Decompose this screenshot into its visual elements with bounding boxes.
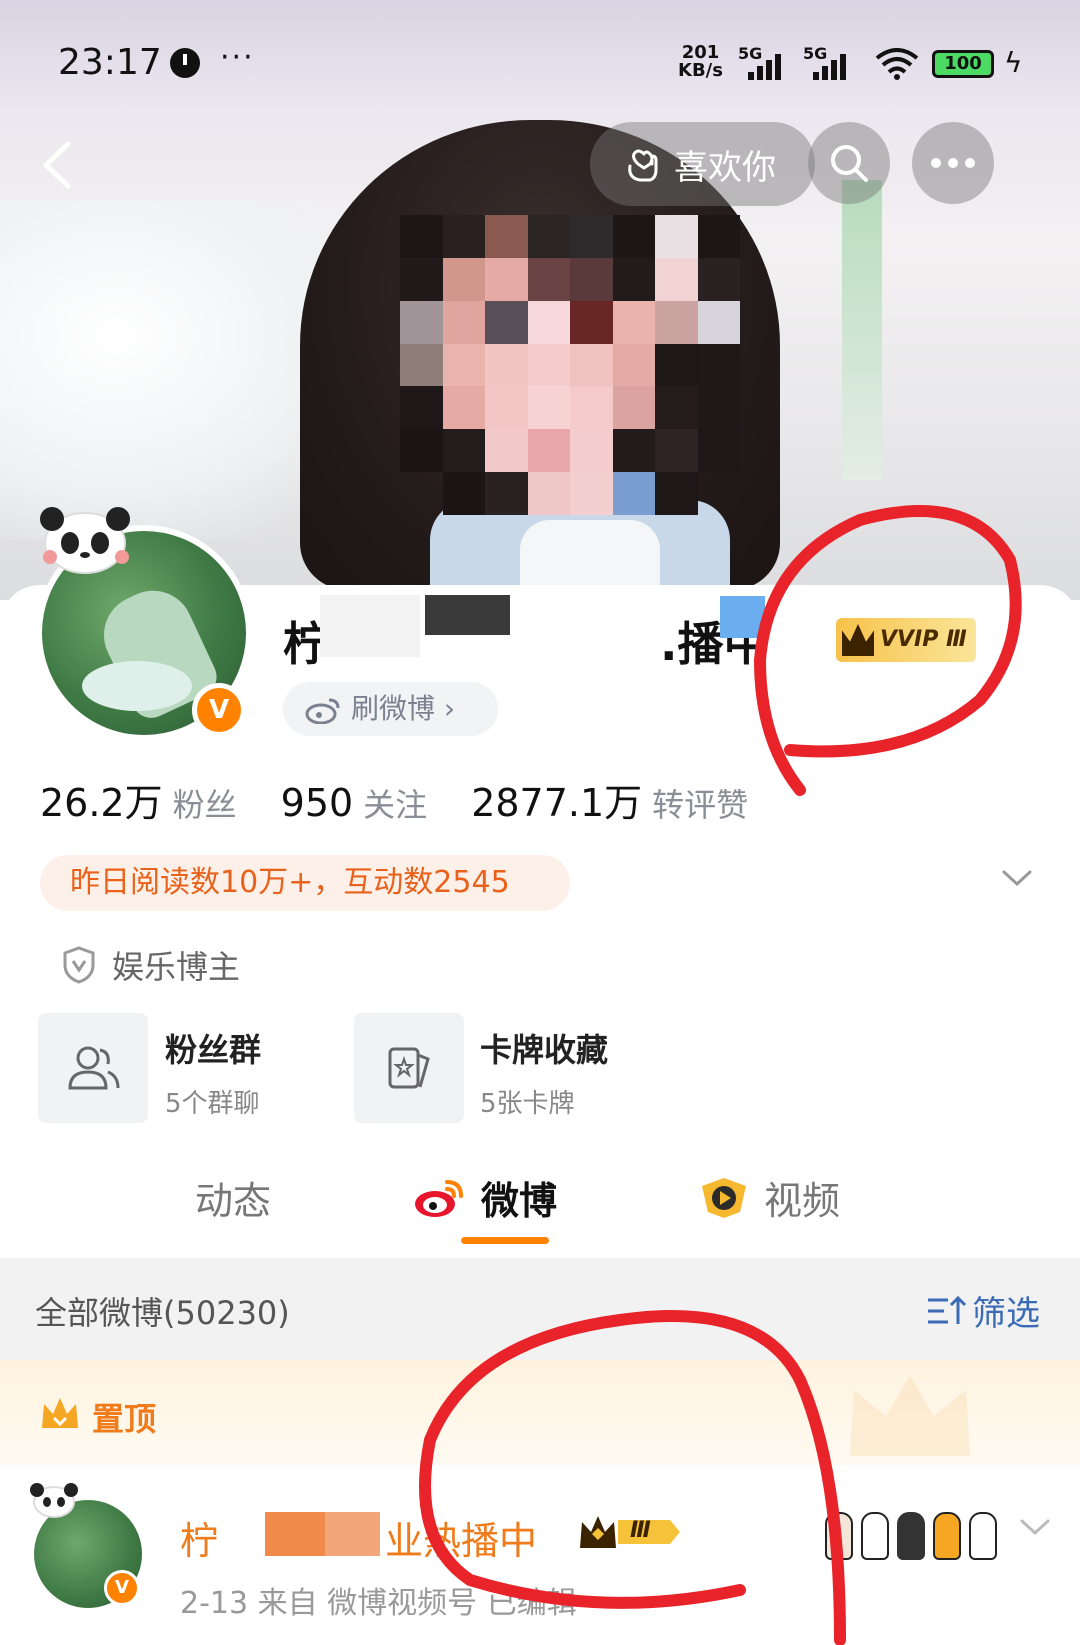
feed-filter-bar: 全部微博(50230) 筛选 — [0, 1258, 1080, 1360]
active-tab-indicator — [461, 1237, 549, 1244]
like-you-button[interactable]: 喜欢你 — [590, 122, 815, 206]
weibo-logo-icon — [415, 1179, 463, 1217]
pinned-label: 置顶 — [92, 1400, 157, 1438]
chevron-down-icon[interactable] — [1018, 1515, 1052, 1539]
wifi-icon — [875, 48, 919, 80]
back-icon[interactable] — [38, 140, 78, 190]
fan-group-title[interactable]: 粉丝群 — [165, 1025, 261, 1071]
hand-heart-icon — [628, 149, 658, 182]
fan-group-subtitle: 5个群聊 — [165, 1089, 260, 1119]
status-time: 23:17 — [58, 42, 162, 83]
tab-weibo-label: 微博 — [481, 1179, 558, 1223]
search-button[interactable] — [808, 122, 890, 204]
category-tag: 娱乐博主 — [62, 942, 240, 988]
post-meta: 2-13 来自 微博视频号 已编辑 — [180, 1586, 577, 1621]
crown-watermark-icon — [850, 1376, 970, 1456]
verified-badge: V — [192, 683, 246, 737]
post-author-name-suffix[interactable]: 业热播中 — [385, 1510, 537, 1565]
filter-label: 筛选 — [972, 1294, 1040, 1334]
read-stats-pill[interactable]: 昨日阅读数10万+，互动数2545 — [40, 855, 570, 911]
name-redaction — [720, 596, 765, 638]
signal-label: 5G — [803, 44, 828, 63]
paw-stickers — [825, 1490, 1005, 1560]
card-icon — [388, 1047, 430, 1089]
vvip-badge[interactable]: VVIP Ⅲ — [836, 618, 976, 662]
shield-icon — [63, 946, 95, 984]
battery-icon: 100 — [932, 50, 994, 78]
chevron-down-icon[interactable] — [1000, 866, 1034, 890]
face-mosaic — [400, 215, 740, 515]
panda-decoration-icon — [40, 507, 130, 574]
author-redaction — [325, 1512, 380, 1556]
tab-weibo[interactable]: 微博 — [413, 1170, 557, 1225]
like-you-label: 喜欢你 — [674, 147, 776, 188]
charging-icon: ϟ — [1004, 46, 1023, 79]
group-icon — [68, 1046, 120, 1090]
tab-dynamic-label: 动态 — [195, 1179, 272, 1223]
network-speed-unit: KB/s — [678, 60, 723, 81]
signal-label: 5G — [738, 44, 763, 63]
panda-decoration-icon — [30, 1483, 78, 1518]
search-icon — [831, 145, 868, 182]
crown-icon — [842, 624, 874, 656]
network-speed: 201 KB/s — [678, 44, 723, 80]
post-member-level: Ⅲ — [630, 1518, 651, 1543]
tab-video-label: 视频 — [764, 1179, 841, 1223]
post-verified-badge: V — [104, 1570, 140, 1606]
status-bar: 23:17 ··· 201 KB/s 5G 5G 100 ϟ — [0, 0, 1080, 120]
all-weibo-count: 全部微博(50230) — [35, 1294, 290, 1332]
card-collection-title[interactable]: 卡牌收藏 — [480, 1025, 608, 1071]
more-icon — [931, 158, 975, 168]
profile-stats: 26.2万 粉丝 950 关注 2877.1万 转评赞 — [40, 772, 792, 827]
post-author-name[interactable]: 柠 — [180, 1510, 218, 1565]
reposts-count[interactable]: 2877.1万 — [471, 781, 642, 825]
following-label[interactable]: 关注 — [363, 786, 427, 824]
category-label: 娱乐博主 — [112, 948, 241, 986]
filter-button[interactable]: 筛选 — [926, 1286, 1040, 1335]
more-notifications-icon: ··· — [220, 40, 255, 75]
followers-label[interactable]: 粉丝 — [173, 786, 237, 824]
card-collection-subtitle: 5张卡牌 — [480, 1089, 575, 1119]
post-member-badge: Ⅲ — [578, 1512, 683, 1552]
filter-icon — [928, 1295, 966, 1324]
tab-video[interactable]: 视频 — [698, 1170, 840, 1225]
signal-icon: 5G — [738, 44, 790, 80]
tab-dynamic[interactable]: 动态 — [195, 1170, 271, 1225]
more-button[interactable] — [912, 122, 994, 204]
shua-weibo-button[interactable]: 刷微博 › — [283, 682, 498, 736]
followers-count[interactable]: 26.2万 — [40, 781, 163, 825]
name-redaction — [320, 595, 420, 657]
fan-group-tile[interactable] — [38, 1013, 148, 1123]
card-collection-tile[interactable] — [354, 1013, 464, 1123]
following-count[interactable]: 950 — [281, 781, 354, 825]
pinned-header: 置顶 — [0, 1360, 1080, 1465]
vvip-label: VVIP Ⅲ — [880, 627, 967, 652]
video-icon — [702, 1177, 746, 1218]
reposts-label[interactable]: 转评赞 — [652, 786, 748, 824]
weibo-logo-icon — [305, 698, 340, 724]
name-redaction — [425, 595, 510, 635]
signal-icon: 5G — [803, 44, 855, 80]
author-redaction — [265, 1512, 325, 1556]
clock-icon — [170, 48, 200, 78]
shua-weibo-label: 刷微博 › — [351, 692, 456, 725]
crown-icon — [42, 1398, 78, 1428]
